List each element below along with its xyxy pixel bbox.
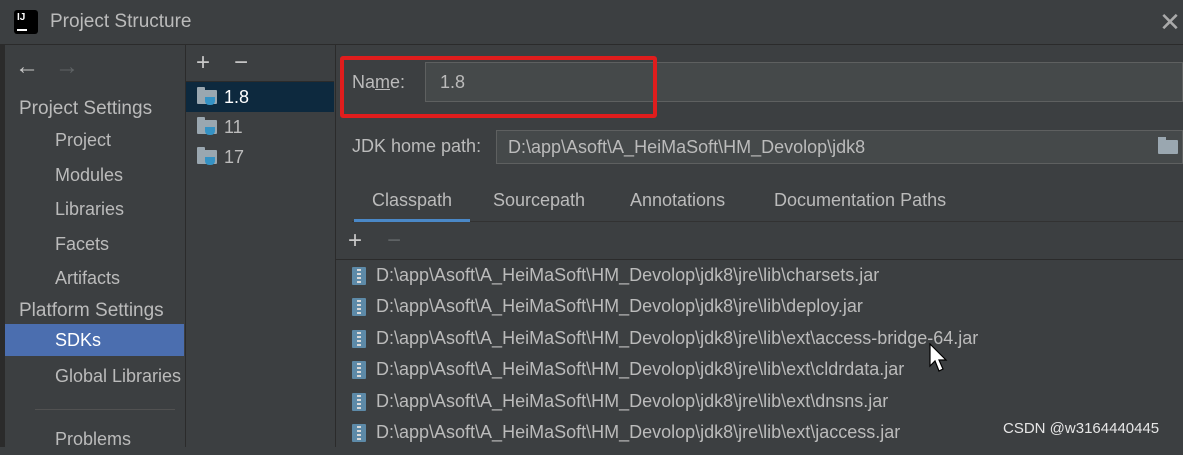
sdk-list-panel: + − 1.8 11 17 — [186, 45, 336, 447]
jar-archive-icon — [352, 361, 366, 379]
sidebar-item-facets[interactable]: Facets — [5, 228, 184, 260]
sidebar-item-project[interactable]: Project — [5, 124, 184, 156]
sdk-item-11[interactable]: 11 — [186, 112, 334, 142]
list-item[interactable]: D:\app\Asoft\A_HeiMaSoft\HM_Devolop\jdk8… — [336, 386, 1183, 417]
sdk-details-panel: Name: 1.8 JDK home path: D:\app\Asoft\A_… — [336, 45, 1183, 447]
jar-archive-icon — [352, 330, 366, 348]
back-arrow-icon[interactable]: ← — [15, 53, 39, 81]
remove-classpath-button[interactable]: − — [387, 227, 401, 255]
list-item[interactable]: D:\app\Asoft\A_HeiMaSoft\HM_Devolop\jdk8… — [336, 291, 1183, 322]
forward-arrow-icon[interactable]: → — [55, 53, 79, 81]
add-classpath-button[interactable]: + — [348, 227, 362, 255]
classpath-tabs: Classpath Sourcepath Annotations Documen… — [352, 183, 1183, 222]
window-title: Project Structure — [50, 11, 192, 32]
sidebar-item-global-libraries[interactable]: Global Libraries — [5, 360, 184, 392]
add-sdk-button[interactable]: + — [196, 49, 210, 77]
classpath-toolbar: + − — [336, 223, 1183, 260]
close-icon[interactable]: ✕ — [1158, 8, 1182, 36]
sidebar-item-sdks[interactable]: SDKs — [5, 324, 184, 356]
sidebar-item-problems[interactable]: Problems — [5, 423, 184, 455]
jar-path: D:\app\Asoft\A_HeiMaSoft\HM_Devolop\jdk8… — [376, 359, 905, 379]
section-project-settings: Project Settings — [19, 98, 153, 119]
java-cup-icon — [205, 97, 215, 105]
name-label: Name: — [352, 72, 405, 93]
jdk-home-path-field[interactable]: D:\app\Asoft\A_HeiMaSoft\HM_Devolop\jdk8 — [496, 130, 1183, 164]
sidebar-item-artifacts[interactable]: Artifacts — [5, 262, 184, 294]
sdk-label: 1.8 — [224, 87, 250, 107]
sidebar-item-libraries[interactable]: Libraries — [5, 193, 184, 225]
settings-sidebar: ← → Project Settings Project Modules Lib… — [5, 45, 186, 449]
jar-archive-icon — [352, 393, 366, 411]
name-label-text: Na — [352, 72, 376, 92]
java-cup-icon — [205, 127, 215, 135]
sidebar-divider — [35, 409, 175, 410]
sdk-name-field[interactable]: 1.8 — [425, 62, 1183, 102]
jar-path: D:\app\Asoft\A_HeiMaSoft\HM_Devolop\jdk8… — [376, 265, 880, 285]
jar-archive-icon — [352, 298, 366, 316]
sidebar-item-modules[interactable]: Modules — [5, 159, 184, 191]
jar-path: D:\app\Asoft\A_HeiMaSoft\HM_Devolop\jdk8… — [376, 296, 863, 316]
jar-path: D:\app\Asoft\A_HeiMaSoft\HM_Devolop\jdk8… — [376, 391, 889, 411]
sdk-label: 17 — [224, 147, 245, 167]
jar-archive-icon — [352, 267, 366, 285]
sdk-list: 1.8 11 17 — [186, 81, 334, 172]
list-item[interactable]: D:\app\Asoft\A_HeiMaSoft\HM_Devolop\jdk8… — [336, 323, 1183, 354]
classpath-list: D:\app\Asoft\A_HeiMaSoft\HM_Devolop\jdk8… — [336, 260, 1183, 447]
mouse-cursor-icon — [929, 343, 948, 372]
section-platform-settings: Platform Settings — [19, 300, 164, 321]
sdk-item-17[interactable]: 17 — [186, 142, 334, 172]
sdk-label: 11 — [224, 117, 243, 137]
list-item[interactable]: D:\app\Asoft\A_HeiMaSoft\HM_Devolop\jdk8… — [336, 354, 1183, 385]
tab-sourcepath[interactable]: Sourcepath — [493, 190, 585, 211]
name-label-mnemonic: m — [375, 72, 391, 92]
name-label-suffix: e: — [390, 72, 406, 92]
browse-folder-icon[interactable] — [1158, 137, 1178, 154]
tab-classpath[interactable]: Classpath — [353, 190, 471, 222]
tab-annotations[interactable]: Annotations — [630, 190, 725, 211]
tab-documentation-paths[interactable]: Documentation Paths — [774, 190, 946, 211]
jar-path: D:\app\Asoft\A_HeiMaSoft\HM_Devolop\jdk8… — [376, 328, 979, 348]
java-cup-icon — [205, 157, 215, 165]
list-item[interactable]: D:\app\Asoft\A_HeiMaSoft\HM_Devolop\jdk8… — [336, 260, 1183, 291]
intellij-logo-icon: IJ — [11, 7, 41, 37]
jdk-home-path-label: JDK home path: — [352, 136, 482, 156]
title-bar: IJ Project Structure ✕ — [0, 0, 1183, 45]
jar-archive-icon — [352, 424, 366, 442]
jar-path: D:\app\Asoft\A_HeiMaSoft\HM_Devolop\jdk8… — [376, 422, 901, 442]
jdk-home-path-value: D:\app\Asoft\A_HeiMaSoft\HM_Devolop\jdk8 — [508, 137, 866, 157]
watermark: CSDN @w3164440445 — [1003, 420, 1160, 437]
sdk-item-1-8[interactable]: 1.8 — [186, 82, 334, 112]
remove-sdk-button[interactable]: − — [234, 49, 248, 77]
